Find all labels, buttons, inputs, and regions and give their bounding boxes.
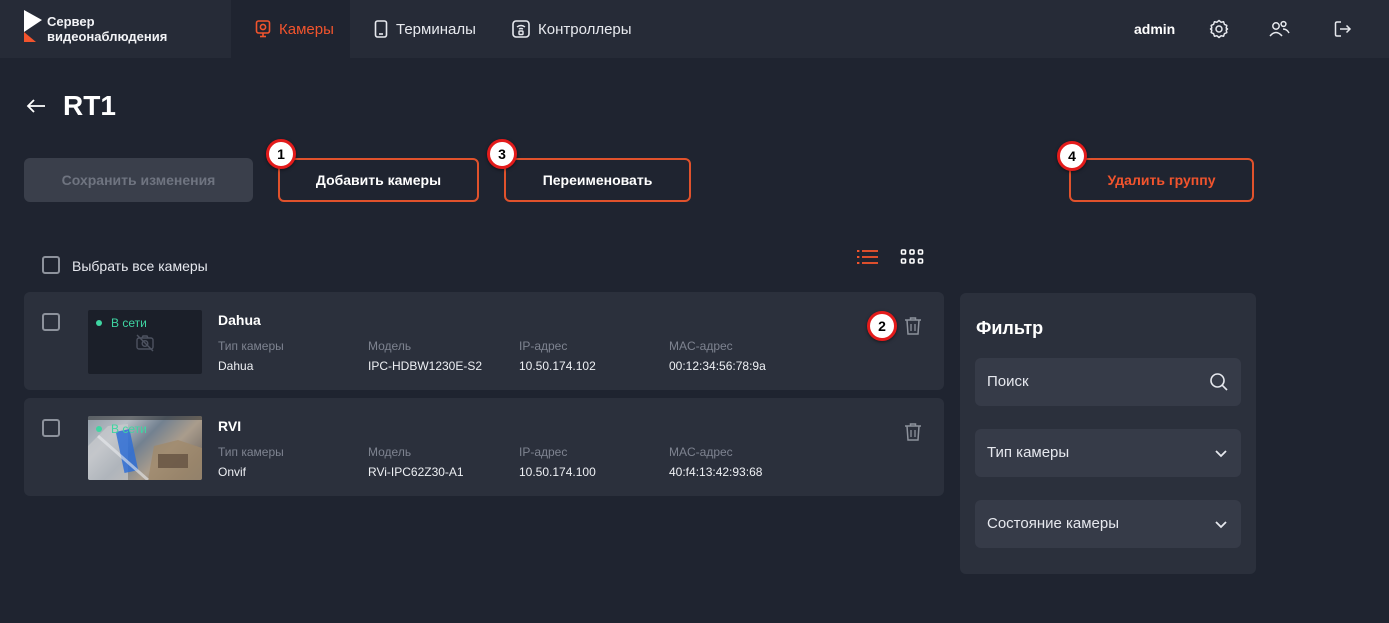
add-cameras-button[interactable]: Добавить камеры [278, 158, 479, 202]
users-icon [1269, 20, 1290, 37]
camera-type-label: Тип камеры [218, 339, 284, 353]
list-view-button[interactable] [856, 248, 880, 271]
save-changes-button[interactable]: Сохранить изменения [24, 158, 253, 202]
model-label: Модель [368, 339, 412, 353]
status-text: В сети [111, 422, 147, 436]
tab-cameras-label: Камеры [279, 20, 334, 38]
brand-line-1: Сервер [47, 14, 95, 29]
mac-label: MAC-адрес [669, 339, 733, 353]
search-input[interactable]: Поиск [975, 358, 1241, 406]
model-label: Модель [368, 445, 412, 459]
status-badge: В сети [96, 316, 147, 330]
camera-checkbox[interactable] [42, 419, 60, 437]
tab-terminals[interactable]: Терминалы [374, 0, 476, 58]
camera-state-select-label: Состояние камеры [987, 515, 1120, 532]
filter-panel: Фильтр Поиск Тип камеры Состояние камеры [960, 293, 1256, 574]
trash-icon [905, 317, 921, 335]
camera-type-select[interactable]: Тип камеры [975, 429, 1241, 477]
tab-controllers-label: Контроллеры [538, 20, 632, 38]
select-all-checkbox[interactable] [42, 256, 60, 274]
users-button[interactable] [1268, 0, 1290, 58]
annotation-badge-2: 2 [867, 311, 897, 341]
rename-button[interactable]: Переименовать [504, 158, 691, 202]
top-bar: Сервер видеонаблюдения Камеры Терминалы … [0, 0, 1389, 58]
camera-off-icon [136, 334, 154, 352]
grid-view-icon [900, 249, 924, 264]
trash-icon [905, 423, 921, 441]
status-badge: В сети [96, 422, 147, 436]
status-text: В сети [111, 316, 147, 330]
annotation-badge-4: 4 [1057, 141, 1087, 171]
camera-type-value: Dahua [218, 359, 254, 373]
camera-type-label: Тип камеры [218, 445, 284, 459]
model-value: IPC-HDBW1230E-S2 [368, 359, 483, 373]
search-icon [1210, 373, 1228, 391]
annotation-badge-1: 1 [266, 139, 296, 169]
terminal-icon [374, 20, 388, 38]
ip-value: 10.50.174.102 [519, 359, 596, 373]
select-all-label: Выбрать все камеры [72, 258, 208, 274]
settings-icon [1209, 19, 1229, 39]
user-menu[interactable]: admin [1134, 0, 1175, 58]
camera-icon [255, 20, 271, 38]
camera-card[interactable]: В сети RVI Тип камеры Модель IP-адрес MA… [24, 398, 944, 496]
camera-type-value: Onvif [218, 465, 247, 479]
online-dot-icon [96, 320, 102, 326]
back-arrow-icon [26, 99, 45, 113]
tab-cameras[interactable]: Камеры [231, 0, 350, 58]
page-title: RT1 [63, 90, 116, 121]
chevron-down-icon [1215, 521, 1227, 529]
camera-type-select-label: Тип камеры [987, 444, 1070, 461]
camera-card[interactable]: В сети Dahua Тип камеры Модель IP-адрес … [24, 292, 944, 390]
settings-button[interactable] [1209, 0, 1229, 58]
online-dot-icon [96, 426, 102, 432]
logout-icon [1334, 21, 1352, 37]
brand-name: Сервер видеонаблюдения [47, 14, 167, 44]
delete-camera-button[interactable] [904, 422, 922, 447]
search-placeholder: Поиск [987, 373, 1029, 390]
annotation-badge-3: 3 [487, 139, 517, 169]
back-button[interactable] [26, 98, 46, 119]
logo-icon [24, 10, 42, 42]
camera-thumbnail[interactable]: В сети [88, 416, 202, 480]
camera-checkbox[interactable] [42, 313, 60, 331]
mac-value: 40:f4:13:42:93:68 [669, 465, 763, 479]
camera-thumbnail[interactable]: В сети [88, 310, 202, 374]
filter-title: Фильтр [976, 318, 1044, 338]
user-name: admin [1134, 21, 1176, 37]
mac-value: 00:12:34:56:78:9a [669, 359, 766, 373]
grid-view-button[interactable] [900, 248, 924, 271]
mac-label: MAC-адрес [669, 445, 733, 459]
list-view-icon [857, 250, 878, 264]
logout-button[interactable] [1334, 0, 1352, 58]
delete-camera-button[interactable] [904, 316, 922, 341]
ip-label: IP-адрес [519, 445, 568, 459]
chevron-down-icon [1215, 450, 1227, 458]
model-value: RVi-IPC62Z30-A1 [368, 465, 464, 479]
brand[interactable]: Сервер видеонаблюдения [0, 0, 231, 58]
camera-name: Dahua [218, 312, 261, 328]
tab-controllers[interactable]: Контроллеры [512, 0, 632, 58]
brand-line-2: видеонаблюдения [47, 29, 168, 44]
camera-state-select[interactable]: Состояние камеры [975, 500, 1241, 548]
ip-label: IP-адрес [519, 339, 568, 353]
delete-group-button[interactable]: Удалить группу [1069, 158, 1254, 202]
tab-terminals-label: Терминалы [396, 20, 476, 38]
ip-value: 10.50.174.100 [519, 465, 596, 479]
camera-name: RVI [218, 418, 242, 434]
controller-icon [512, 20, 530, 38]
